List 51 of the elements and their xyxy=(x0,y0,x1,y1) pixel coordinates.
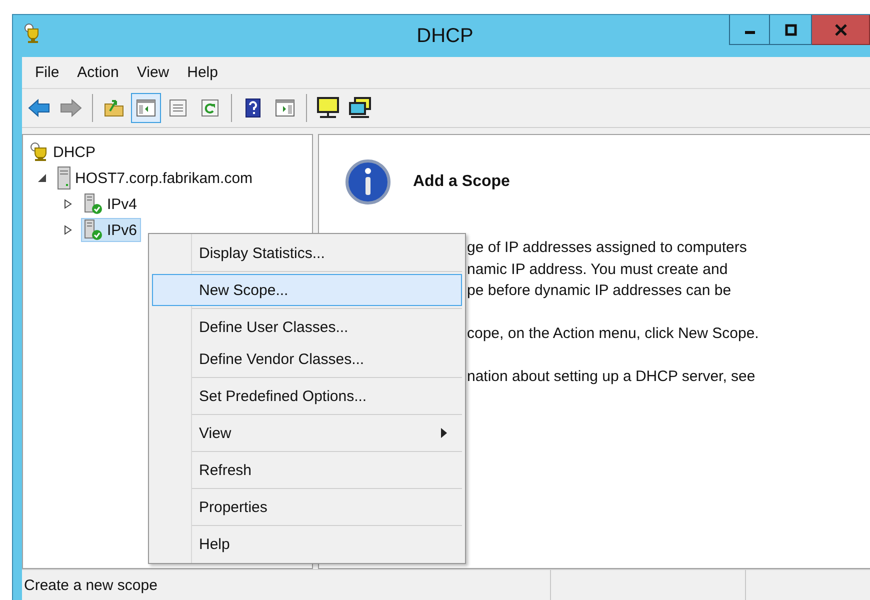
menu-item[interactable]: View xyxy=(152,417,462,449)
menu-item[interactable]: Define User Classes... xyxy=(152,311,462,343)
menu-item[interactable]: Define Vendor Classes... xyxy=(152,343,462,375)
tree-item[interactable]: HOST7.corp.fabrikam.com xyxy=(55,166,257,190)
monitor-icon xyxy=(316,97,340,119)
heading: Add a Scope xyxy=(413,173,510,191)
description-text: ge of IP addresses assigned to computers xyxy=(467,238,748,258)
minimize-icon xyxy=(744,31,754,34)
expand-arrow-icon[interactable] xyxy=(63,199,73,209)
trophy-icon xyxy=(29,142,49,162)
server-check-icon xyxy=(83,193,103,215)
menu-item[interactable]: Help xyxy=(178,64,227,81)
trophy-icon xyxy=(23,23,41,43)
close-icon xyxy=(834,24,846,36)
status-text: Create a new scope xyxy=(22,570,551,600)
folder-icon xyxy=(104,99,124,117)
arrow-left-icon xyxy=(28,99,50,117)
tree-item[interactable]: IPv4 xyxy=(81,192,142,216)
description-text: nation about setting up a DHCP server, see xyxy=(467,367,756,387)
menu-item[interactable]: Set Predefined Options... xyxy=(152,380,462,412)
minimize-button[interactable] xyxy=(729,15,770,45)
help-icon xyxy=(245,98,261,118)
menu-item[interactable]: Properties xyxy=(152,491,462,523)
menu-item[interactable]: File xyxy=(26,64,68,81)
expand-arrow-icon[interactable] xyxy=(63,225,73,235)
window-pane-icon xyxy=(136,99,156,117)
tree-item[interactable]: DHCP xyxy=(27,140,100,164)
console-tree-button[interactable] xyxy=(131,93,161,123)
expand-arrow-icon[interactable] xyxy=(37,173,47,183)
menu-item[interactable]: Help xyxy=(152,528,462,560)
menu-item[interactable]: Action xyxy=(68,64,128,81)
menu-item[interactable]: View xyxy=(128,64,178,81)
menu-item[interactable]: Display Statistics... xyxy=(152,237,462,269)
close-button[interactable] xyxy=(812,15,870,45)
tree-item[interactable]: IPv6 xyxy=(81,218,142,242)
maximize-button[interactable] xyxy=(770,15,812,45)
refresh-icon xyxy=(201,99,219,117)
menu-item[interactable]: Refresh xyxy=(152,454,462,486)
description-text: pe before dynamic IP addresses can be xyxy=(467,281,732,301)
menu-item[interactable]: New Scope... xyxy=(152,274,462,306)
list-icon xyxy=(169,99,187,117)
monitors-icon xyxy=(348,97,372,119)
info-icon xyxy=(345,159,391,205)
window-pane-icon xyxy=(275,99,295,117)
maximize-icon xyxy=(784,24,796,36)
server-icon xyxy=(57,166,71,190)
description-text: cope, on the Action menu, click New Scope. xyxy=(467,324,760,344)
arrow-right-icon xyxy=(60,99,82,117)
window-title: DHCP xyxy=(416,25,474,48)
server-check-icon xyxy=(83,219,103,241)
description-text: namic IP address. You must create and xyxy=(467,260,729,280)
